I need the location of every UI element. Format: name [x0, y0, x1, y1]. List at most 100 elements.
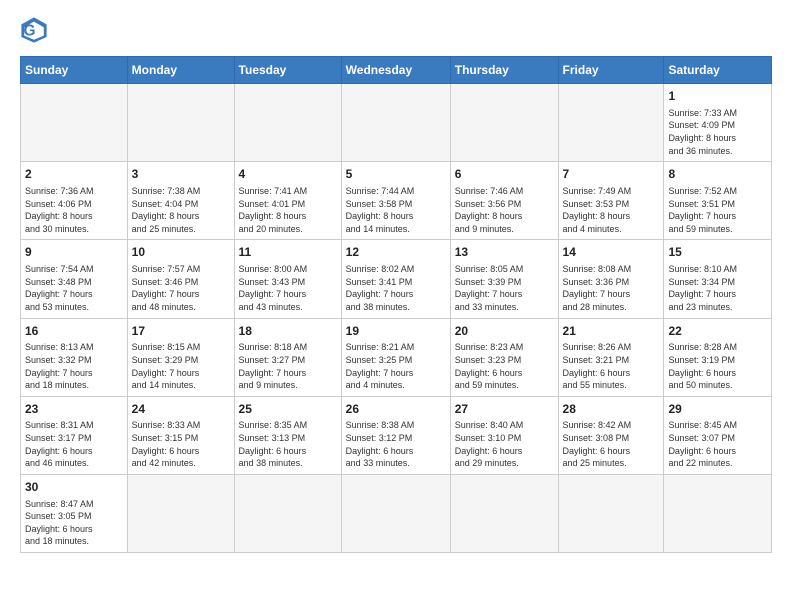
- day-info: Sunrise: 8:00 AM Sunset: 3:43 PM Dayligh…: [239, 263, 337, 313]
- day-info: Sunrise: 7:44 AM Sunset: 3:58 PM Dayligh…: [346, 185, 446, 235]
- calendar-cell: [234, 474, 341, 552]
- weekday-header-saturday: Saturday: [664, 57, 772, 84]
- day-info: Sunrise: 7:41 AM Sunset: 4:01 PM Dayligh…: [239, 185, 337, 235]
- calendar-cell: 24Sunrise: 8:33 AM Sunset: 3:15 PM Dayli…: [127, 396, 234, 474]
- day-info: Sunrise: 8:23 AM Sunset: 3:23 PM Dayligh…: [455, 341, 554, 391]
- day-info: Sunrise: 8:05 AM Sunset: 3:39 PM Dayligh…: [455, 263, 554, 313]
- day-number: 8: [668, 166, 767, 183]
- weekday-header-friday: Friday: [558, 57, 664, 84]
- calendar-cell: 21Sunrise: 8:26 AM Sunset: 3:21 PM Dayli…: [558, 318, 664, 396]
- calendar-cell: 3Sunrise: 7:38 AM Sunset: 4:04 PM Daylig…: [127, 162, 234, 240]
- calendar-cell: [558, 84, 664, 162]
- calendar-cell: 23Sunrise: 8:31 AM Sunset: 3:17 PM Dayli…: [21, 396, 128, 474]
- calendar-cell: 2Sunrise: 7:36 AM Sunset: 4:06 PM Daylig…: [21, 162, 128, 240]
- day-number: 17: [132, 323, 230, 340]
- logo: G: [20, 16, 52, 44]
- calendar-cell: 30 Sunrise: 8:47 AM Sunset: 3:05 PM Dayli…: [21, 474, 128, 552]
- calendar-cell: [341, 84, 450, 162]
- day-info: Sunrise: 7:54 AM Sunset: 3:48 PM Dayligh…: [25, 263, 123, 313]
- weekday-header-tuesday: Tuesday: [234, 57, 341, 84]
- calendar-cell: 18Sunrise: 8:18 AM Sunset: 3:27 PM Dayli…: [234, 318, 341, 396]
- weekday-header-monday: Monday: [127, 57, 234, 84]
- calendar-week-row: 9 Sunrise: 7:54 AM Sunset: 3:48 PM Daylig…: [21, 240, 772, 318]
- day-info: Sunrise: 8:08 AM Sunset: 3:36 PM Dayligh…: [563, 263, 660, 313]
- calendar-cell: [664, 474, 772, 552]
- calendar-cell: 9 Sunrise: 7:54 AM Sunset: 3:48 PM Daylig…: [21, 240, 128, 318]
- day-info: Sunrise: 8:47 AM Sunset: 3:05 PM Dayligh…: [25, 498, 123, 548]
- day-info: Sunrise: 8:10 AM Sunset: 3:34 PM Dayligh…: [668, 263, 767, 313]
- header: G: [20, 16, 772, 44]
- generalblue-logo-icon: G: [20, 16, 48, 44]
- calendar-cell: 25Sunrise: 8:35 AM Sunset: 3:13 PM Dayli…: [234, 396, 341, 474]
- day-info: Sunrise: 7:46 AM Sunset: 3:56 PM Dayligh…: [455, 185, 554, 235]
- svg-text:G: G: [24, 23, 36, 40]
- calendar-cell: 28Sunrise: 8:42 AM Sunset: 3:08 PM Dayli…: [558, 396, 664, 474]
- calendar-cell: 5 Sunrise: 7:44 AM Sunset: 3:58 PM Daylig…: [341, 162, 450, 240]
- calendar-cell: [21, 84, 128, 162]
- calendar-cell: [127, 84, 234, 162]
- calendar-cell: [558, 474, 664, 552]
- calendar-cell: 1 Sunrise: 7:33 AM Sunset: 4:09 PM Daylig…: [664, 84, 772, 162]
- weekday-header-wednesday: Wednesday: [341, 57, 450, 84]
- day-info: Sunrise: 8:18 AM Sunset: 3:27 PM Dayligh…: [239, 341, 337, 391]
- day-number: 25: [239, 401, 337, 418]
- day-number: 26: [346, 401, 446, 418]
- calendar-cell: 8 Sunrise: 7:52 AM Sunset: 3:51 PM Daylig…: [664, 162, 772, 240]
- day-number: 7: [563, 166, 660, 183]
- calendar-cell: 10Sunrise: 7:57 AM Sunset: 3:46 PM Dayli…: [127, 240, 234, 318]
- day-info: Sunrise: 8:21 AM Sunset: 3:25 PM Dayligh…: [346, 341, 446, 391]
- calendar-cell: 13 Sunrise: 8:05 AM Sunset: 3:39 PM Dayli…: [450, 240, 558, 318]
- day-number: 13: [455, 244, 554, 261]
- day-number: 1: [668, 88, 767, 105]
- day-number: 23: [25, 401, 123, 418]
- weekday-header-thursday: Thursday: [450, 57, 558, 84]
- day-info: Sunrise: 8:28 AM Sunset: 3:19 PM Dayligh…: [668, 341, 767, 391]
- day-number: 12: [346, 244, 446, 261]
- weekday-header-sunday: Sunday: [21, 57, 128, 84]
- day-number: 22: [668, 323, 767, 340]
- day-number: 15: [668, 244, 767, 261]
- calendar-week-row: 23Sunrise: 8:31 AM Sunset: 3:17 PM Dayli…: [21, 396, 772, 474]
- calendar-cell: 15 Sunrise: 8:10 AM Sunset: 3:34 PM Dayli…: [664, 240, 772, 318]
- calendar-cell: 19Sunrise: 8:21 AM Sunset: 3:25 PM Dayli…: [341, 318, 450, 396]
- calendar-table: SundayMondayTuesdayWednesdayThursdayFrid…: [20, 56, 772, 553]
- day-info: Sunrise: 8:33 AM Sunset: 3:15 PM Dayligh…: [132, 419, 230, 469]
- day-number: 28: [563, 401, 660, 418]
- day-info: Sunrise: 8:42 AM Sunset: 3:08 PM Dayligh…: [563, 419, 660, 469]
- calendar-week-row: 2Sunrise: 7:36 AM Sunset: 4:06 PM Daylig…: [21, 162, 772, 240]
- day-number: 27: [455, 401, 554, 418]
- calendar-week-row: 16Sunrise: 8:13 AM Sunset: 3:32 PM Dayli…: [21, 318, 772, 396]
- calendar-cell: 4 Sunrise: 7:41 AM Sunset: 4:01 PM Daylig…: [234, 162, 341, 240]
- calendar-cell: 17Sunrise: 8:15 AM Sunset: 3:29 PM Dayli…: [127, 318, 234, 396]
- day-number: 2: [25, 166, 123, 183]
- day-info: Sunrise: 8:35 AM Sunset: 3:13 PM Dayligh…: [239, 419, 337, 469]
- day-number: 5: [346, 166, 446, 183]
- day-number: 20: [455, 323, 554, 340]
- day-number: 11: [239, 244, 337, 261]
- calendar-cell: 12 Sunrise: 8:02 AM Sunset: 3:41 PM Dayli…: [341, 240, 450, 318]
- day-info: Sunrise: 7:33 AM Sunset: 4:09 PM Dayligh…: [668, 107, 767, 157]
- day-number: 24: [132, 401, 230, 418]
- day-info: Sunrise: 8:15 AM Sunset: 3:29 PM Dayligh…: [132, 341, 230, 391]
- day-number: 19: [346, 323, 446, 340]
- calendar-cell: [341, 474, 450, 552]
- day-info: Sunrise: 7:52 AM Sunset: 3:51 PM Dayligh…: [668, 185, 767, 235]
- day-number: 29: [668, 401, 767, 418]
- day-number: 30: [25, 479, 123, 496]
- day-number: 4: [239, 166, 337, 183]
- calendar-week-row: 1 Sunrise: 7:33 AM Sunset: 4:09 PM Daylig…: [21, 84, 772, 162]
- calendar-week-row: 30 Sunrise: 8:47 AM Sunset: 3:05 PM Dayli…: [21, 474, 772, 552]
- day-number: 9: [25, 244, 123, 261]
- calendar-cell: 11 Sunrise: 8:00 AM Sunset: 3:43 PM Dayli…: [234, 240, 341, 318]
- day-info: Sunrise: 8:02 AM Sunset: 3:41 PM Dayligh…: [346, 263, 446, 313]
- calendar-cell: 6 Sunrise: 7:46 AM Sunset: 3:56 PM Daylig…: [450, 162, 558, 240]
- calendar-cell: 14Sunrise: 8:08 AM Sunset: 3:36 PM Dayli…: [558, 240, 664, 318]
- calendar-cell: [450, 84, 558, 162]
- day-number: 3: [132, 166, 230, 183]
- day-number: 21: [563, 323, 660, 340]
- day-info: Sunrise: 8:13 AM Sunset: 3:32 PM Dayligh…: [25, 341, 123, 391]
- calendar-cell: [450, 474, 558, 552]
- day-number: 6: [455, 166, 554, 183]
- page: G SundayMondayTuesdayWednesdayThursdayFr…: [0, 0, 792, 612]
- calendar-cell: [127, 474, 234, 552]
